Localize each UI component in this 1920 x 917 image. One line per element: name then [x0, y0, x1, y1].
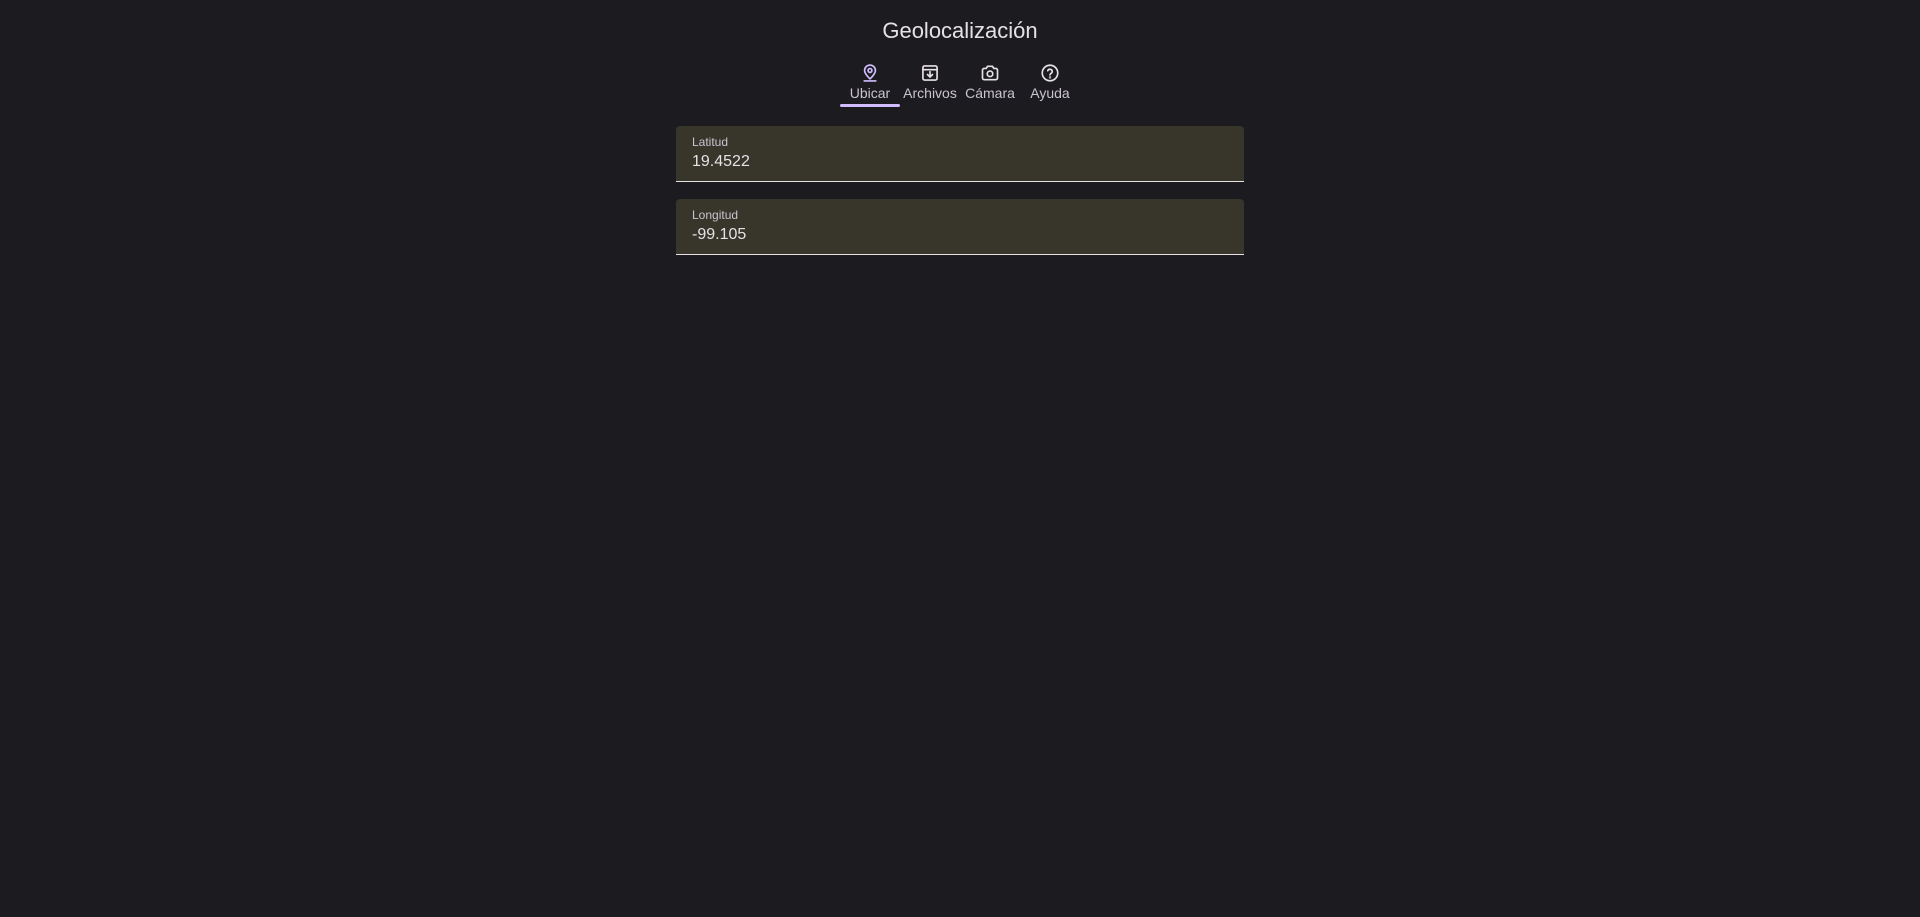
tab-label: Cámara	[965, 85, 1015, 101]
latitude-input[interactable]	[692, 152, 1222, 172]
tab-label: Ubicar	[849, 85, 891, 101]
app-root: Geolocalización Ubicar Archivos Cámara A…	[0, 0, 1920, 917]
latitude-label: Latitud	[692, 135, 729, 149]
longitude-label: Longitud	[692, 208, 739, 222]
longitude-field[interactable]: Longitud	[676, 199, 1244, 255]
location-pin-icon	[860, 63, 880, 83]
camera-icon	[980, 63, 1000, 83]
tab-camara[interactable]: Cámara	[960, 62, 1020, 110]
tab-ayuda[interactable]: Ayuda	[1020, 62, 1080, 110]
tab-ubicar[interactable]: Ubicar	[840, 62, 900, 110]
tab-label: Archivos	[903, 85, 957, 101]
archive-download-icon	[920, 63, 940, 83]
tab-archivos[interactable]: Archivos	[900, 62, 960, 110]
tab-label: Ayuda	[1030, 85, 1070, 101]
latitude-field[interactable]: Latitud	[676, 126, 1244, 182]
longitude-input[interactable]	[692, 225, 1222, 245]
active-tab-indicator	[840, 104, 900, 107]
help-circle-icon	[1040, 63, 1060, 83]
page-title: Geolocalización	[882, 18, 1038, 43]
tab-list: Ubicar Archivos Cámara Ayuda	[840, 62, 1080, 110]
tab-bar: Ubicar Archivos Cámara Ayuda	[0, 62, 1920, 110]
